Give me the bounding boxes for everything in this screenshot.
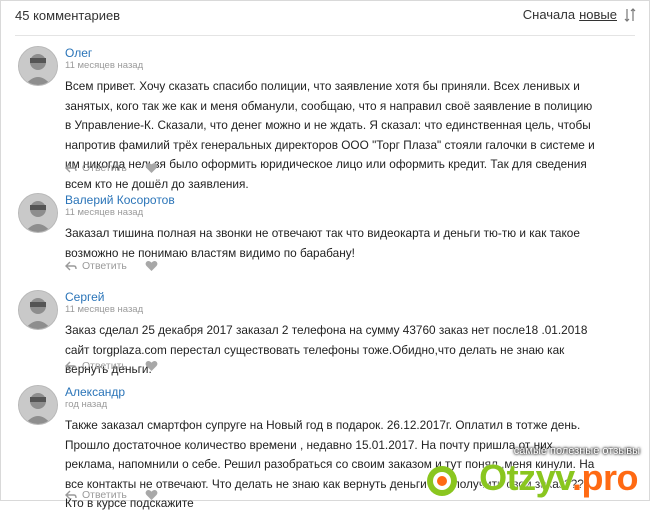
comment-item: Сергей 11 месяцев назад Заказ сделал 25 … bbox=[15, 290, 635, 376]
watermark-brand-name: Otzyv bbox=[479, 457, 572, 498]
watermark-subtitle: самые полезные отзывы bbox=[513, 445, 640, 457]
reply-button[interactable]: Ответить bbox=[65, 260, 127, 272]
like-button[interactable] bbox=[145, 360, 158, 372]
heart-icon bbox=[145, 489, 158, 500]
watermark-tld: pro bbox=[581, 457, 639, 498]
avatar[interactable] bbox=[18, 46, 58, 86]
sort-control[interactable]: Сначала новые bbox=[523, 7, 636, 22]
otzyv-logo-icon bbox=[427, 466, 457, 496]
comment-time: 11 месяцев назад bbox=[65, 304, 144, 315]
comments-header: 45 комментариев Сначала новые bbox=[0, 0, 650, 32]
comment-item: Олег 11 месяцев назад Всем привет. Хочу … bbox=[15, 46, 635, 191]
reply-arrow-icon bbox=[65, 361, 77, 371]
heart-icon bbox=[145, 360, 158, 371]
like-button[interactable] bbox=[145, 260, 158, 272]
comment-author-link[interactable]: Олег bbox=[65, 46, 92, 60]
sort-value-link[interactable]: новые bbox=[579, 7, 617, 22]
comments-count: 45 комментариев bbox=[15, 8, 121, 23]
avatar[interactable] bbox=[18, 385, 58, 425]
reply-label: Ответить bbox=[82, 162, 127, 174]
reply-label: Ответить bbox=[82, 489, 127, 501]
sort-arrows-icon[interactable] bbox=[624, 7, 636, 22]
comment-time: 11 месяцев назад bbox=[65, 207, 144, 218]
reply-button[interactable]: Ответить bbox=[65, 162, 127, 174]
comment-text: Заказал тишина полная на звонки не отвеч… bbox=[65, 226, 580, 260]
reply-label: Ответить bbox=[82, 360, 127, 372]
reply-button[interactable]: Ответить bbox=[65, 489, 127, 501]
like-button[interactable] bbox=[145, 162, 158, 174]
comment-author-link[interactable]: Сергей bbox=[65, 290, 105, 304]
sort-label: Сначала bbox=[522, 7, 576, 22]
comment-author-link[interactable]: Александр bbox=[65, 385, 125, 399]
avatar[interactable] bbox=[18, 290, 58, 330]
comment-actions: Ответить bbox=[65, 162, 158, 174]
heart-icon bbox=[145, 260, 158, 271]
comment-author-link[interactable]: Валерий Косоротов bbox=[65, 193, 175, 207]
comment-time: год назад bbox=[65, 399, 108, 410]
comment-actions: Ответить bbox=[65, 260, 158, 272]
comment-actions: Ответить bbox=[65, 360, 158, 372]
avatar[interactable] bbox=[18, 193, 58, 233]
reply-arrow-icon bbox=[65, 261, 77, 271]
reply-arrow-icon bbox=[65, 490, 77, 500]
otzyv-watermark: самые полезные отзывы Otzyv.pro bbox=[420, 443, 650, 501]
comment-actions: Ответить bbox=[65, 489, 158, 501]
header-divider bbox=[15, 35, 635, 36]
watermark-dot: . bbox=[571, 457, 582, 498]
comment-text: Всем привет. Хочу сказать спасибо полици… bbox=[65, 79, 595, 191]
comment-time: 11 месяцев назад bbox=[65, 60, 144, 71]
reply-arrow-icon bbox=[65, 163, 77, 173]
watermark-brand: Otzyv.pro bbox=[479, 457, 638, 499]
like-button[interactable] bbox=[145, 489, 158, 501]
comment-item: Валерий Косоротов 11 месяцев назад Заказ… bbox=[15, 193, 635, 273]
reply-label: Ответить bbox=[82, 260, 127, 272]
reply-button[interactable]: Ответить bbox=[65, 360, 127, 372]
heart-icon bbox=[145, 162, 158, 173]
